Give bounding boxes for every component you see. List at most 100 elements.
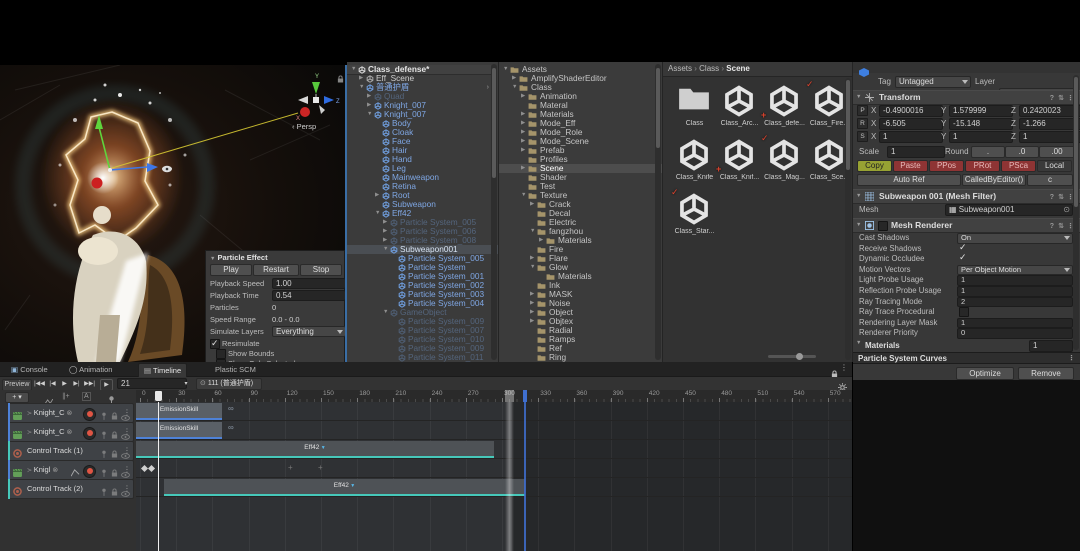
foldout-arrow[interactable]: ▼ [383,245,388,254]
project-folder-decal[interactable]: Decal [499,209,655,218]
track-menu-icon[interactable]: ⋮ [123,423,131,441]
clip-eff42[interactable]: Eff42 ▼ [136,441,494,458]
foldout-arrow[interactable]: ▶ [530,254,534,263]
project-folder-scene[interactable]: ▶Scene [499,164,655,173]
project-folder-ring[interactable]: Ring [499,353,655,362]
foldout-arrow[interactable]: ▶ [530,299,534,308]
project-folder-materials[interactable]: ▶Materials [499,236,655,245]
foldout-arrow[interactable]: ▼ [503,65,508,74]
foldout-arrow[interactable]: ▼ [530,263,535,272]
transform-s-z-field[interactable]: 1 [1019,131,1080,143]
tag-dropdown[interactable]: Untagged [895,76,971,88]
foldout-arrow[interactable]: ▼ [856,340,861,346]
record-button[interactable] [83,465,96,478]
track-header-control-track-1-[interactable]: Control Track (1)⋮ [8,441,134,461]
preset-icon[interactable]: ⇅ [1058,220,1064,233]
transform-local-button[interactable]: Local [1037,160,1072,172]
field-dropdown[interactable]: Everything [272,326,346,337]
project-folder-test[interactable]: Test [499,182,655,191]
project-scrollbar[interactable] [655,64,661,360]
foldout-arrow[interactable]: ▶ [359,74,363,83]
lock-icon[interactable] [337,70,344,88]
foldout-arrow[interactable]: ▼ [856,190,861,203]
record-button[interactable] [83,427,96,440]
foldout-arrow[interactable]: ▼ [856,91,861,104]
play-button-timeline[interactable]: ▶ [60,379,69,389]
property-field[interactable]: 0 [957,328,1073,339]
asset-class-mag-[interactable]: ✓Class_Mag... [762,136,807,190]
foldout-arrow[interactable]: ▶ [521,128,525,137]
transform-title[interactable]: Transform [879,91,921,104]
next-frame-button[interactable]: ▶| [72,379,81,389]
goto-end-button[interactable]: ▶▶| [84,379,95,389]
mesh-object-field[interactable]: ▦ Subweapon001⊙ [945,204,1073,216]
preset-icon[interactable]: ⇅ [1058,92,1064,105]
transform-psca-button[interactable]: PSca [1001,160,1036,172]
foldout-arrow[interactable]: ▼ [530,227,535,236]
transform-copy-button[interactable]: Copy [857,160,892,172]
foldout-arrow[interactable]: ▶ [521,110,525,119]
remove-button[interactable]: Remove [1018,367,1074,380]
transform-p-y-field[interactable]: 1.579999 [949,105,1013,117]
track-header-control-track-2-[interactable]: Control Track (2)⋮ [8,479,134,499]
persp-label[interactable]: ‹ Persp [292,122,316,131]
field-input[interactable]: 1.00 [272,278,346,289]
foldout-arrow[interactable]: ▶ [521,146,525,155]
track-menu-icon[interactable]: ⋮ [123,480,131,498]
tab-timeline[interactable]: ▤ Timeline [138,363,187,377]
foldout-arrow[interactable]: ▶ [367,101,371,110]
timeline-duration-marker[interactable] [524,402,526,551]
hierarchy-item-subweapon[interactable]: Subweapon [347,200,491,209]
transform-ppos-button[interactable]: PPos [929,160,964,172]
foldout-arrow[interactable]: ▶ [521,92,525,101]
foldout-arrow[interactable]: ▶ [521,164,525,173]
asset-class[interactable]: Class [672,82,717,136]
clip-emissionskill[interactable]: EmissionSkill [136,403,222,420]
tab-animation[interactable]: ◯ Animation [64,363,117,376]
project-folder-animation[interactable]: ▶Animation [499,92,655,101]
timeline-asset-breadcrumb[interactable]: ⊙ 111 (普通护盾) [196,378,262,390]
inspector-scrollbar[interactable] [1073,75,1079,350]
project-folder-mask[interactable]: ▶MASK [499,290,655,299]
round-dot00-button[interactable]: .00 [1039,146,1075,158]
particle-panel-title[interactable]: ▼ Particle Effect [210,252,340,263]
project-folder-radial[interactable]: Radial [499,326,655,335]
foldout-arrow[interactable]: ▶ [530,308,534,317]
project-folder-materials[interactable]: Materials [499,272,655,281]
current-frame-field[interactable]: 21 [117,378,187,389]
asset-class-knife[interactable]: Class_Knife [672,136,717,190]
project-folder-class[interactable]: ▼Class [499,83,655,92]
previous-frame-button[interactable]: |◀ [48,379,57,389]
project-folder-fire[interactable]: Fire [499,245,655,254]
project-folder-noise[interactable]: ▶Noise [499,299,655,308]
pin-icon[interactable] [101,485,107,503]
transform-r-y-field[interactable]: -15.148 [949,118,1013,130]
scale-field[interactable]: 1 [887,146,945,158]
foldout-arrow[interactable]: ▼ [521,191,526,200]
property-check[interactable]: ✓ [959,252,967,263]
project-folder-prefab[interactable]: ▶Prefab [499,146,655,155]
stop-button[interactable]: Stop [300,264,342,276]
asset-class-arc-[interactable]: Class_Arc... [717,82,762,136]
transform-paste-button[interactable]: Paste [893,160,928,172]
playhead-line[interactable] [158,402,159,551]
foldout-arrow[interactable]: ▼ [856,219,861,232]
asset-class-knif-[interactable]: +Class_Knif... [717,136,762,190]
hierarchy-item-particle-system-011[interactable]: Particle System_011 [347,353,491,362]
project-folder-object[interactable]: ▶Object [499,308,655,317]
restart-button[interactable]: Restart [253,264,299,276]
frame-dropdown-caret[interactable]: ▾ [182,379,190,389]
help-icon[interactable]: ? [1050,220,1054,233]
track-menu-icon[interactable]: ⋮ [123,461,131,479]
axis-gizmo[interactable]: Y Z X ‹ Persp [288,70,344,132]
hierarchy-item--[interactable]: ▼普通护盾› [347,83,491,92]
track-menu-icon[interactable]: ⋮ [123,404,131,422]
project-folder-crack[interactable]: ▶Crack [499,200,655,209]
project-folder-texture[interactable]: ▼Texture [499,191,655,200]
property-checkbox[interactable] [959,307,969,317]
lock-icon[interactable] [111,485,118,503]
property-field[interactable]: 2 [957,297,1073,308]
scene-view[interactable]: Y Z X ‹ Persp ▼ Particle Effect Play Res… [0,65,347,362]
transform-r-x-field[interactable]: -6.505 [879,118,943,130]
transform-p-x-field[interactable]: -0.4900016 [879,105,943,117]
